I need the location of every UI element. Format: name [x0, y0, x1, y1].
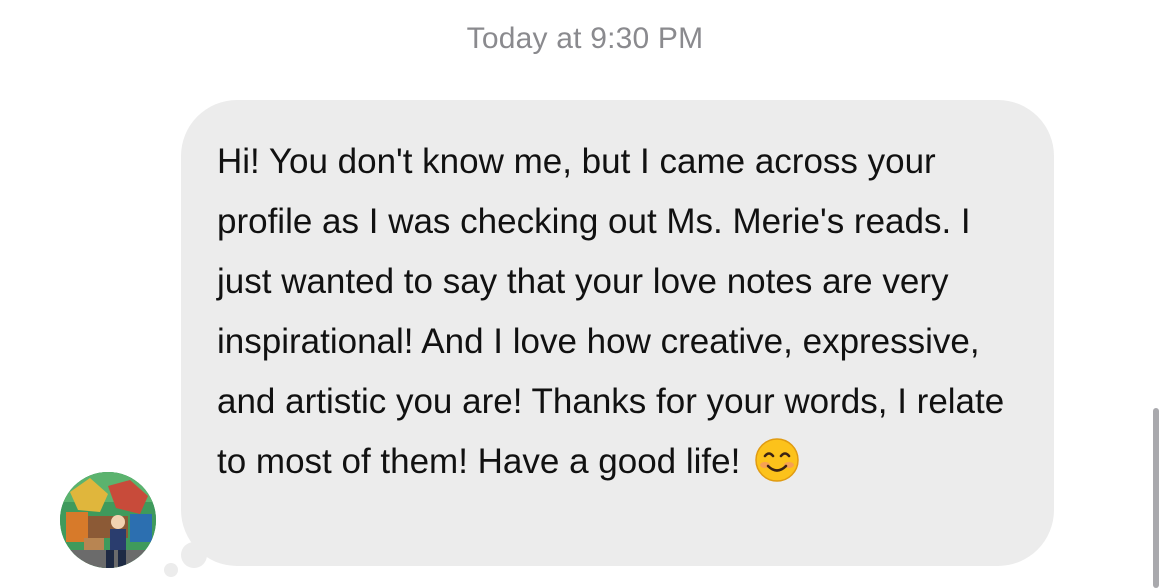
bubble-tail: [181, 542, 207, 568]
scrollbar[interactable]: [1153, 408, 1159, 588]
message-timestamp: Today at 9:30 PM: [466, 22, 704, 55]
sender-avatar[interactable]: [60, 472, 156, 568]
smiling-face-emoji-icon: [754, 437, 800, 483]
message-text: Hi! You don't know me, but I came across…: [217, 132, 1017, 492]
received-message-bubble[interactable]: Hi! You don't know me, but I came across…: [181, 100, 1054, 566]
message-body: Hi! You don't know me, but I came across…: [217, 142, 1005, 481]
bubble-tail-dot: [164, 563, 178, 577]
